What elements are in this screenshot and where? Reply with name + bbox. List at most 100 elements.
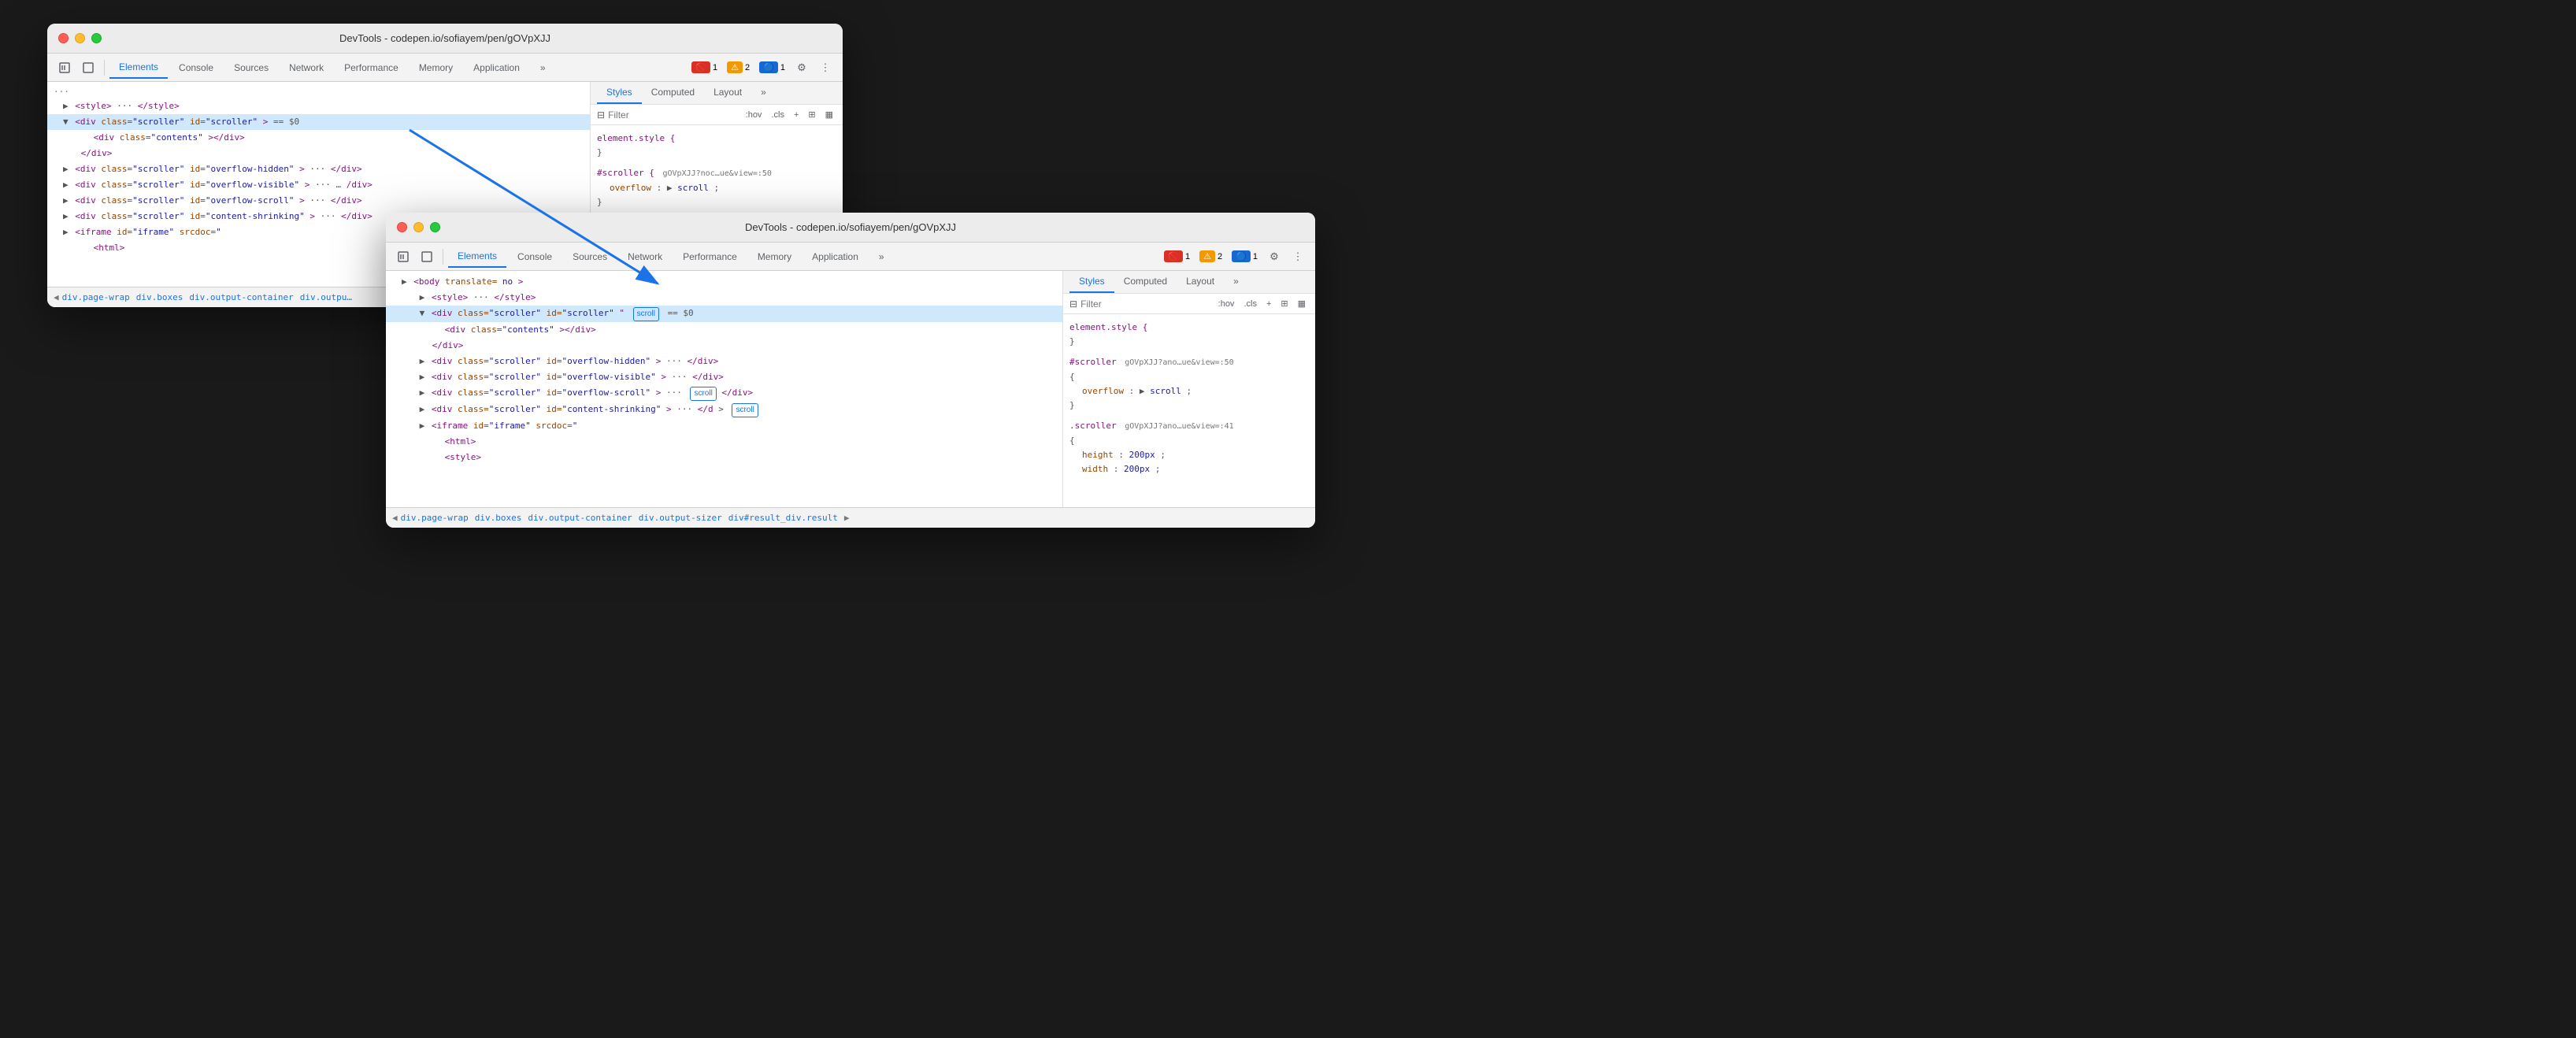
tab-application-1[interactable]: Application: [464, 57, 529, 79]
html-line[interactable]: ▶ <div class="scroller" id="overflow-hid…: [47, 161, 590, 177]
icon-btn-3[interactable]: ⊞: [1277, 297, 1291, 310]
minimize-button-1[interactable]: [75, 33, 85, 43]
html-line[interactable]: </div>: [386, 338, 1062, 354]
breadcrumb-nav-left[interactable]: ◀: [54, 292, 59, 302]
tab-console-2[interactable]: Console: [508, 246, 562, 268]
tab-network-1[interactable]: Network: [280, 57, 333, 79]
html-line[interactable]: ▶ <div class="scroller" id="overflow-scr…: [47, 193, 590, 209]
tab-more-1[interactable]: »: [531, 57, 555, 79]
toolbar-divider-1: [104, 60, 105, 76]
html-line[interactable]: ▶ <div class="scroller" id="overflow-scr…: [386, 385, 1062, 402]
info-badge-2: 🔵 1: [1228, 249, 1262, 264]
tab-application-2[interactable]: Application: [802, 246, 868, 268]
cursor-icon-2[interactable]: [392, 246, 414, 268]
html-line[interactable]: ▶ <body translate= no >: [386, 274, 1062, 290]
html-line[interactable]: <style>: [386, 450, 1062, 465]
breadcrumb-item[interactable]: div.page-wrap: [401, 513, 469, 523]
gear-icon-2[interactable]: ⚙: [1263, 246, 1285, 268]
breadcrumb-bar-2: ◀ div.page-wrap div.boxes div.output-con…: [386, 507, 1315, 528]
styles-filter-2: ⊟ Filter :hov .cls + ⊞ ▦: [1063, 294, 1315, 314]
html-line-selected[interactable]: ▼ <div class="scroller" id="scroller" > …: [47, 114, 590, 130]
tab-console-1[interactable]: Console: [169, 57, 223, 79]
gear-icon-1[interactable]: ⚙: [791, 57, 813, 79]
tab-sources-1[interactable]: Sources: [224, 57, 278, 79]
styles-filter-1: ⊟ Filter :hov .cls + ⊞ ▦: [591, 105, 843, 125]
tab-more-styles-1[interactable]: »: [751, 82, 776, 104]
cls-btn-2[interactable]: .cls: [1240, 298, 1260, 310]
breadcrumb-item[interactable]: div.boxes: [475, 513, 522, 523]
inspect-icon-2[interactable]: [416, 246, 438, 268]
styles-content-2: element.style { } #scroller gOVpXJJ?ano……: [1063, 314, 1315, 489]
more-icon-2[interactable]: ⋮: [1287, 246, 1309, 268]
tab-layout-1[interactable]: Layout: [704, 82, 751, 104]
icon-btn-4[interactable]: ▦: [1295, 297, 1309, 310]
warning-badge-2: ⚠ 2: [1195, 249, 1226, 264]
breadcrumb-item[interactable]: div.output-container: [528, 513, 632, 523]
window-title-2: DevTools - codepen.io/sofiayem/pen/gOVpX…: [745, 221, 956, 233]
scroll-badge-main[interactable]: scroll: [633, 307, 659, 321]
tab-styles-2[interactable]: Styles: [1069, 271, 1114, 293]
html-line[interactable]: ▶ <div class="scroller" id="overflow-vis…: [47, 177, 590, 193]
breadcrumb-item[interactable]: div.output-container: [189, 292, 293, 302]
tab-styles-1[interactable]: Styles: [597, 82, 642, 104]
hov-btn-1[interactable]: :hov: [743, 109, 765, 121]
cursor-icon[interactable]: [54, 57, 76, 79]
html-line[interactable]: </div>: [47, 146, 590, 161]
styles-panel-2: Styles Computed Layout » ⊟ Filter :hov .…: [1063, 271, 1315, 507]
breadcrumb-item[interactable]: div.outpu…: [300, 292, 352, 302]
icon-btn-1[interactable]: ⊞: [805, 108, 818, 121]
tab-more-2[interactable]: »: [869, 246, 894, 268]
inspect-icon[interactable]: [77, 57, 99, 79]
tab-performance-1[interactable]: Performance: [335, 57, 408, 79]
html-line[interactable]: ▶ <div class="scroller" id="content-shri…: [386, 402, 1062, 418]
icon-btn-2[interactable]: ▦: [822, 108, 836, 121]
tab-layout-2[interactable]: Layout: [1177, 271, 1224, 293]
cls-btn-1[interactable]: .cls: [768, 109, 788, 121]
html-line[interactable]: <html>: [386, 434, 1062, 450]
tab-network-2[interactable]: Network: [618, 246, 672, 268]
plus-btn-2[interactable]: +: [1263, 298, 1274, 310]
close-button-1[interactable]: [58, 33, 69, 43]
breadcrumb-item[interactable]: div#result_div.result: [728, 513, 838, 523]
tab-more-styles-2[interactable]: »: [1224, 271, 1248, 293]
tab-memory-2[interactable]: Memory: [748, 246, 801, 268]
html-line[interactable]: ▶ <style> ··· </style>: [47, 98, 590, 114]
tab-elements-1[interactable]: Elements: [109, 57, 168, 79]
devtools-toolbar-2: Elements Console Sources Network Perform…: [386, 243, 1315, 271]
html-line[interactable]: ▶ <div class="scroller" id="overflow-hid…: [386, 354, 1062, 369]
breadcrumb-item[interactable]: div.boxes: [136, 292, 183, 302]
filter-icon-1: ⊟: [597, 109, 605, 120]
css-block: .scroller gOVpXJJ?ano…ue&view=:41 { heig…: [1069, 419, 1309, 476]
minimize-button-2[interactable]: [413, 222, 424, 232]
html-line-selected-2[interactable]: ▼ <div class="scroller" id="scroller" " …: [386, 306, 1062, 322]
css-block: #scroller { gOVpXJJ?noc…ue&view=:50 over…: [597, 166, 836, 209]
css-block: element.style { }: [1069, 321, 1309, 349]
html-line[interactable]: ▶ <div class="scroller" id="overflow-vis…: [386, 369, 1062, 385]
html-line[interactable]: ▶ <style> ··· </style>: [386, 290, 1062, 306]
scroll-badge-content-shrinking[interactable]: scroll: [732, 403, 758, 417]
tab-computed-1[interactable]: Computed: [642, 82, 704, 104]
plus-btn-1[interactable]: +: [791, 109, 802, 121]
maximize-button-2[interactable]: [430, 222, 440, 232]
tab-performance-2[interactable]: Performance: [673, 246, 747, 268]
breadcrumb-item[interactable]: div.output-sizer: [639, 513, 722, 523]
breadcrumb-nav-right-2[interactable]: ▶: [844, 513, 850, 523]
tab-memory-1[interactable]: Memory: [410, 57, 462, 79]
tab-elements-2[interactable]: Elements: [448, 246, 506, 268]
html-line[interactable]: <div class="contents" ></div>: [47, 130, 590, 146]
breadcrumb-nav-left-2[interactable]: ◀: [392, 513, 398, 523]
error-badge-2: 🚫 1: [1160, 249, 1194, 264]
scroll-badge-overflow-scroll[interactable]: scroll: [690, 387, 716, 401]
scroll-indicator: ···: [47, 85, 590, 98]
warning-badge-1: ⚠ 2: [723, 60, 754, 75]
titlebar-2: DevTools - codepen.io/sofiayem/pen/gOVpX…: [386, 213, 1315, 243]
tab-computed-2[interactable]: Computed: [1114, 271, 1177, 293]
maximize-button-1[interactable]: [91, 33, 102, 43]
html-line[interactable]: ▶ <iframe id="iframe" srcdoc=": [386, 418, 1062, 434]
html-line[interactable]: <div class="contents" ></div>: [386, 322, 1062, 338]
hov-btn-2[interactable]: :hov: [1215, 298, 1238, 310]
close-button-2[interactable]: [397, 222, 407, 232]
more-icon-1[interactable]: ⋮: [814, 57, 836, 79]
breadcrumb-item[interactable]: div.page-wrap: [62, 292, 130, 302]
tab-sources-2[interactable]: Sources: [563, 246, 617, 268]
